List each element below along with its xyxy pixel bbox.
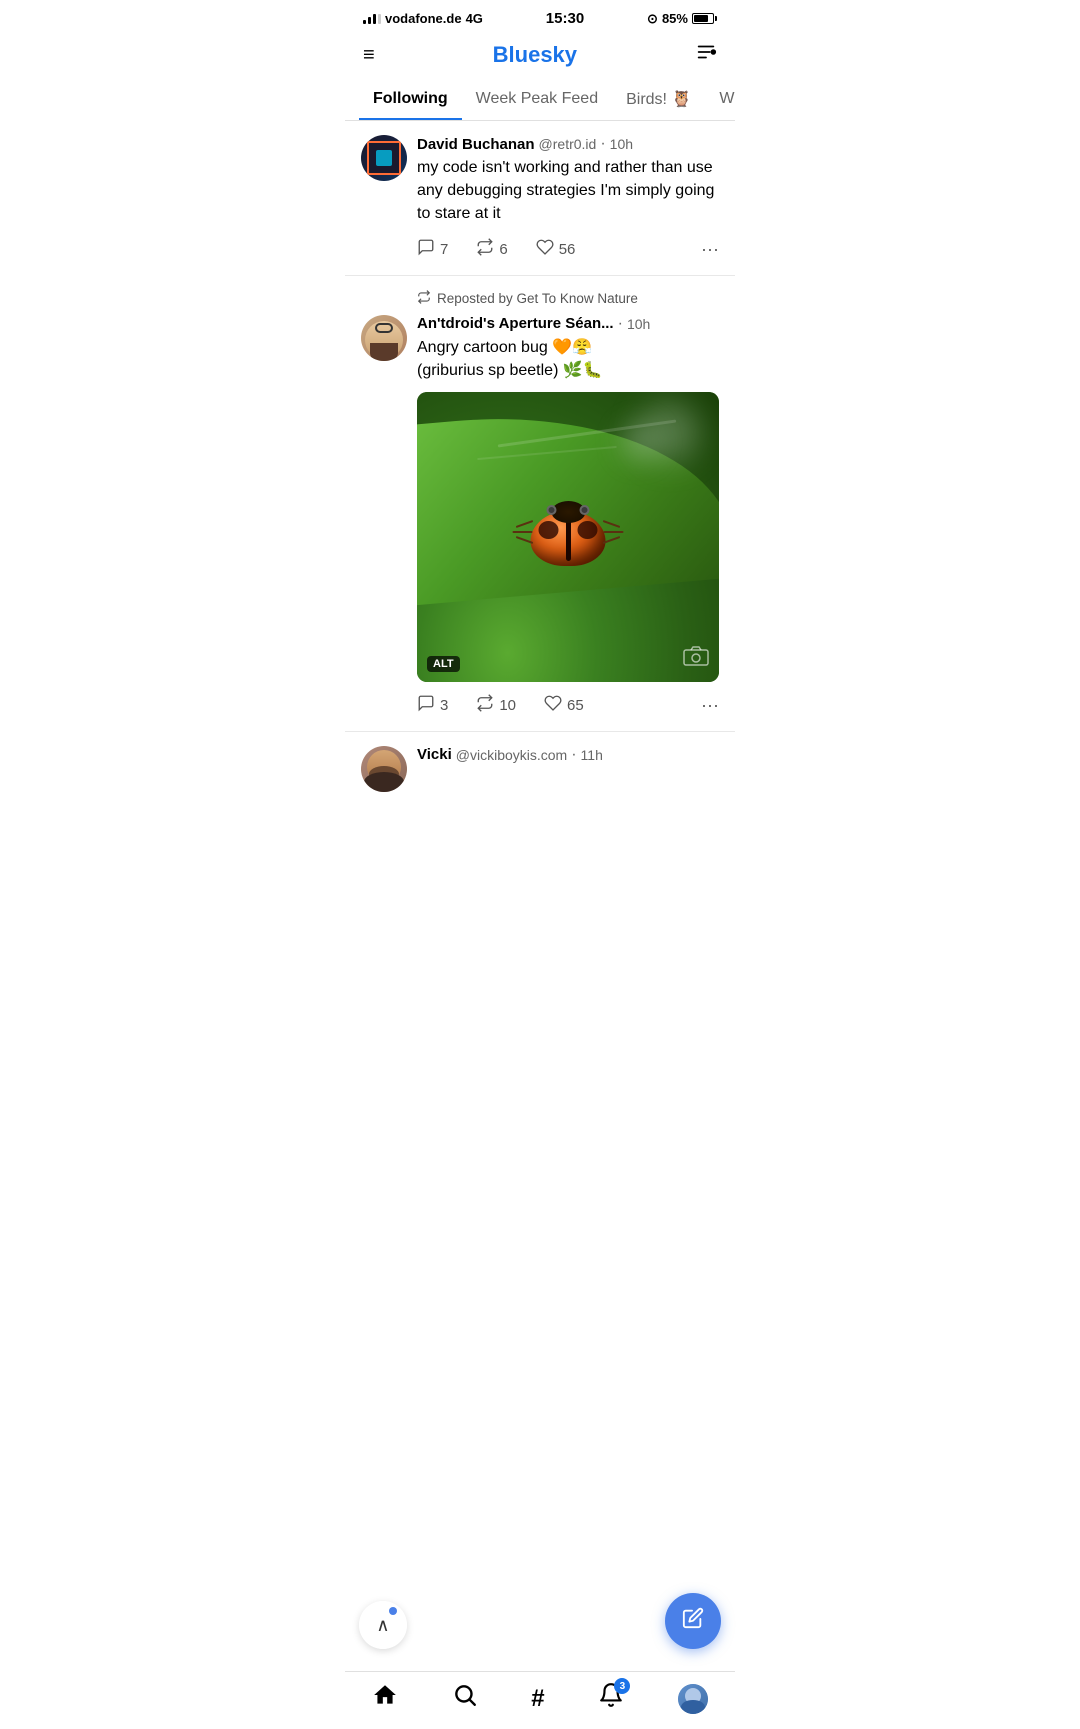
up-arrow-icon: ∧ [376,1615,389,1636]
bottom-nav: # 3 [345,1671,735,1729]
search-icon [452,1682,478,1715]
bug-illustration [531,501,606,561]
reply-count: 3 [440,697,448,714]
post-item-repost: Reposted by Get To Know Nature An'tdroid… [345,276,735,732]
repost-button[interactable]: 10 [476,694,516,717]
reply-button[interactable]: 3 [417,694,448,717]
scroll-up-button[interactable]: ∧ [359,1601,407,1649]
home-icon [372,1682,398,1715]
tab-following[interactable]: Following [359,80,462,120]
reply-button[interactable]: 7 [417,238,448,261]
notification-dot [389,1607,397,1615]
battery-icon [692,13,717,24]
nav-home[interactable] [372,1682,398,1715]
dot-separator: · [618,315,623,333]
nav-search[interactable] [452,1682,478,1715]
like-count: 56 [559,241,576,258]
author-name[interactable]: David Buchanan [417,136,535,153]
notification-badge: 3 [614,1678,630,1694]
status-right: ⊙ 85% [647,11,717,27]
post-text: my code isn't working and rather than us… [417,156,719,226]
reply-icon [417,238,435,261]
repost-indicator-icon [417,290,431,307]
repost-count: 6 [499,241,507,258]
like-icon [536,238,554,261]
author-name[interactable]: Vicki [417,746,452,763]
author-line: David Buchanan @retr0.id · 10h [417,135,719,153]
nav-hashtag[interactable]: # [531,1686,544,1712]
alt-badge[interactable]: ALT [427,656,460,672]
app-title: Bluesky [493,42,577,68]
more-button[interactable]: ··· [701,239,719,260]
battery-percent: 85% [662,11,688,26]
signal-bars [363,14,381,24]
author-name[interactable]: An'tdroid's Aperture Séan... [417,315,614,332]
author-handle: @vickiboykis.com [456,747,567,763]
reply-icon [417,694,435,717]
repost-icon [476,238,494,261]
post-image[interactable]: ALT [417,392,719,682]
more-icon: ··· [701,695,719,716]
camera-icon [683,646,709,672]
repost-icon [476,694,494,717]
author-line: Vicki @vickiboykis.com · 11h [417,746,719,764]
like-button[interactable]: 56 [536,238,576,261]
time-label: 15:30 [546,10,584,27]
nav-profile[interactable] [678,1684,708,1714]
like-count: 65 [567,697,584,714]
tab-w[interactable]: W [705,80,735,120]
like-button[interactable]: 65 [544,694,584,717]
post-actions: 7 6 56 ··· [417,238,719,261]
post-meta: Vicki @vickiboykis.com · 11h [417,746,719,767]
dot-separator: · [571,746,576,764]
hashtag-icon: # [531,1686,544,1712]
more-icon: ··· [701,239,719,260]
feed: David Buchanan @retr0.id · 10h my code i… [345,121,735,880]
avatar[interactable] [361,135,407,181]
post-actions: 3 10 65 ··· [417,694,719,717]
post-time: 10h [627,316,650,332]
app-header: ≡ Bluesky [345,33,735,79]
post-time: 11h [581,747,603,763]
post-time: 10h [610,136,633,152]
filter-button[interactable] [695,41,717,69]
avatar[interactable] [361,315,407,361]
carrier-label: vodafone.de [385,11,462,26]
author-handle: @retr0.id [539,136,597,152]
more-button[interactable]: ··· [701,695,719,716]
status-bar: vodafone.de 4G 15:30 ⊙ 85% [345,0,735,33]
post-text: Angry cartoon bug 🧡😤(griburius sp beetle… [417,336,719,382]
profile-avatar [678,1684,708,1714]
repost-count: 10 [499,697,516,714]
nav-notifications[interactable]: 3 [598,1682,624,1715]
repost-by-label: Reposted by Get To Know Nature [437,291,638,306]
tab-week-peak[interactable]: Week Peak Feed [462,80,612,120]
avatar-vicki[interactable] [361,746,407,792]
post-partial: Vicki @vickiboykis.com · 11h [345,732,735,800]
reply-count: 7 [440,241,448,258]
status-left: vodafone.de 4G [363,11,483,26]
post-item: David Buchanan @retr0.id · 10h my code i… [345,121,735,276]
tab-birds[interactable]: Birds! 🦉 [612,79,705,121]
like-icon [544,694,562,717]
post-content: An'tdroid's Aperture Séan... · 10h Angry… [417,315,719,717]
repost-indicator: Reposted by Get To Know Nature [361,290,719,307]
repost-button[interactable]: 6 [476,238,507,261]
tab-bar: Following Week Peak Feed Birds! 🦉 W [345,79,735,121]
compose-button[interactable] [665,1593,721,1649]
location-icon: ⊙ [647,11,658,27]
post-content: David Buchanan @retr0.id · 10h my code i… [417,135,719,261]
author-line: An'tdroid's Aperture Séan... · 10h [417,315,719,333]
compose-icon [682,1607,704,1635]
menu-button[interactable]: ≡ [363,44,375,67]
network-label: 4G [466,11,483,26]
dot-separator: · [600,135,605,153]
